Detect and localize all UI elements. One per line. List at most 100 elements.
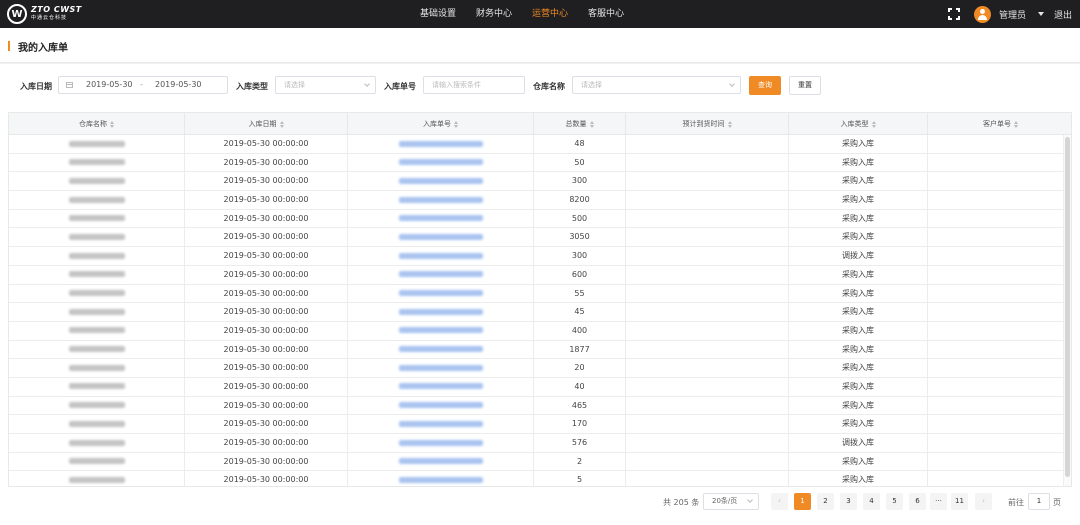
nav-item-customer-service[interactable]: 客服中心 — [578, 0, 634, 28]
redacted-order-no-link[interactable] — [398, 420, 483, 427]
table-row[interactable]: 2019-05-30 00:00:00 2 采购入库 — [9, 452, 1065, 472]
order-no-input[interactable]: 请输入搜索条件 — [423, 76, 525, 94]
table-row[interactable]: 2019-05-30 00:00:00 576 调拨入库 — [9, 434, 1065, 453]
pagination: 共 205 条 20条/页 ‹ 1 2 3 4 5 6 ··· 11 › 前往 … — [0, 492, 1080, 512]
sort-icon[interactable] — [727, 120, 732, 128]
redacted-order-no-link[interactable] — [398, 402, 483, 409]
column-customer-no[interactable]: 客户单号 — [928, 113, 1071, 135]
redacted-warehouse-name — [68, 196, 125, 203]
redacted-order-no-link[interactable] — [398, 233, 483, 240]
cell-customer-no — [928, 191, 1065, 210]
table-row[interactable]: 2019-05-30 00:00:00 20 采购入库 — [9, 359, 1065, 378]
cell-quantity: 20 — [534, 359, 626, 378]
scrollbar-thumb[interactable] — [1065, 137, 1070, 477]
type-select[interactable]: 请选择 — [275, 76, 376, 94]
redacted-order-no-link[interactable] — [398, 458, 483, 465]
redacted-order-no-link[interactable] — [398, 476, 483, 483]
redacted-order-no-link[interactable] — [398, 252, 483, 259]
redacted-order-no-link[interactable] — [398, 215, 483, 222]
user-name[interactable]: 管理员 — [999, 8, 1026, 21]
table-row[interactable]: 2019-05-30 00:00:00 300 采购入库 — [9, 172, 1065, 192]
table-row[interactable]: 2019-05-30 00:00:00 300 调拨入库 — [9, 247, 1065, 266]
table-row[interactable]: 2019-05-30 00:00:00 170 采购入库 — [9, 415, 1065, 434]
fullscreen-icon[interactable] — [947, 8, 960, 20]
table-row[interactable]: 2019-05-30 00:00:00 600 采购入库 — [9, 265, 1065, 285]
table-row[interactable]: 2019-05-30 00:00:00 50 采购入库 — [9, 153, 1065, 173]
sort-icon[interactable] — [589, 120, 594, 128]
column-type[interactable]: 入库类型 — [789, 113, 928, 135]
table-row[interactable]: 2019-05-30 00:00:00 45 采购入库 — [9, 303, 1065, 322]
cell-quantity: 55 — [534, 284, 626, 304]
cell-customer-no — [928, 303, 1065, 322]
redacted-order-no-link[interactable] — [398, 327, 483, 334]
column-warehouse[interactable]: 仓库名称 — [9, 113, 185, 135]
cell-warehouse — [9, 191, 185, 210]
user-avatar-icon[interactable] — [973, 5, 991, 23]
cell-quantity: 2 — [534, 452, 626, 472]
page-11[interactable]: 11 — [951, 493, 968, 510]
table-row[interactable]: 2019-05-30 00:00:00 3050 采购入库 — [9, 228, 1065, 248]
sort-icon[interactable] — [454, 120, 458, 128]
page-size-select[interactable]: 20条/页 — [703, 493, 759, 510]
nav-item-operations[interactable]: 运营中心 — [522, 0, 578, 28]
table-row[interactable]: 2019-05-30 00:00:00 5 采购入库 — [9, 471, 1065, 486]
date-end[interactable]: 2019-05-30 — [155, 77, 202, 93]
column-quantity[interactable]: 总数量 — [534, 113, 626, 135]
table-row[interactable]: 2019-05-30 00:00:00 40 采购入库 — [9, 377, 1065, 397]
sort-icon[interactable] — [871, 120, 876, 128]
redacted-order-no-link[interactable] — [398, 308, 483, 315]
nav-item-finance[interactable]: 财务中心 — [466, 0, 522, 28]
redacted-order-no-link[interactable] — [398, 383, 483, 390]
brand-logo-icon[interactable]: W — [7, 4, 27, 24]
total-count: 共 205 条 — [663, 498, 700, 507]
page-6[interactable]: 6 — [909, 493, 926, 510]
cell-warehouse — [9, 396, 185, 416]
cell-type: 调拨入库 — [789, 247, 928, 266]
table-row[interactable]: 2019-05-30 00:00:00 465 采购入库 — [9, 396, 1065, 416]
sort-icon[interactable] — [1014, 120, 1018, 128]
table-row[interactable]: 2019-05-30 00:00:00 8200 采购入库 — [9, 191, 1065, 210]
caret-down-icon[interactable] — [1037, 12, 1044, 16]
next-page-button[interactable]: › — [975, 493, 992, 510]
table-row[interactable]: 2019-05-30 00:00:00 55 采购入库 — [9, 284, 1065, 304]
cell-date: 2019-05-30 00:00:00 — [185, 209, 348, 229]
table-row[interactable]: 2019-05-30 00:00:00 1877 采购入库 — [9, 340, 1065, 360]
column-order-no[interactable]: 入库单号 — [348, 113, 534, 135]
redacted-order-no-link[interactable] — [398, 140, 483, 147]
table-row[interactable]: 2019-05-30 00:00:00 400 采购入库 — [9, 321, 1065, 341]
date-start[interactable]: 2019-05-30 — [86, 77, 133, 93]
redacted-order-no-link[interactable] — [398, 271, 483, 278]
warehouse-select[interactable]: 请选择 — [572, 76, 741, 94]
redacted-order-no-link[interactable] — [398, 290, 483, 296]
date-range-picker[interactable]: 2019-05-30 - 2019-05-30 — [58, 76, 228, 94]
page-5[interactable]: 5 — [886, 493, 903, 510]
redacted-order-no-link[interactable] — [398, 439, 483, 446]
sort-icon[interactable] — [110, 120, 114, 128]
cell-type: 采购入库 — [789, 172, 928, 192]
more-pages-button[interactable]: ··· — [930, 493, 947, 510]
goto-page-input[interactable]: 1 — [1028, 493, 1050, 510]
sort-icon[interactable] — [279, 120, 284, 128]
search-button[interactable]: 查询 — [749, 76, 781, 95]
redacted-order-no-link[interactable] — [398, 364, 483, 371]
redacted-order-no-link[interactable] — [398, 159, 483, 166]
logout-button[interactable]: 退出 — [1054, 8, 1072, 21]
page-3[interactable]: 3 — [840, 493, 857, 510]
reset-button[interactable]: 重置 — [789, 76, 821, 95]
prev-page-button[interactable]: ‹ — [771, 493, 788, 510]
page-4[interactable]: 4 — [863, 493, 880, 510]
redacted-order-no-link[interactable] — [398, 177, 483, 184]
cell-type: 采购入库 — [789, 377, 928, 397]
redacted-order-no-link[interactable] — [398, 196, 483, 203]
page-2[interactable]: 2 — [817, 493, 834, 510]
table-scrollbar[interactable] — [1063, 135, 1071, 486]
redacted-order-no-link[interactable] — [398, 346, 483, 353]
column-eta[interactable]: 预计到货时间 — [626, 113, 789, 135]
cell-date: 2019-05-30 00:00:00 — [185, 303, 348, 322]
cell-type: 采购入库 — [789, 284, 928, 304]
table-row[interactable]: 2019-05-30 00:00:00 48 采购入库 — [9, 135, 1065, 154]
column-date[interactable]: 入库日期 — [185, 113, 348, 135]
page-1[interactable]: 1 — [794, 493, 811, 510]
table-row[interactable]: 2019-05-30 00:00:00 500 采购入库 — [9, 209, 1065, 229]
nav-item-basic-settings[interactable]: 基础设置 — [410, 0, 466, 28]
